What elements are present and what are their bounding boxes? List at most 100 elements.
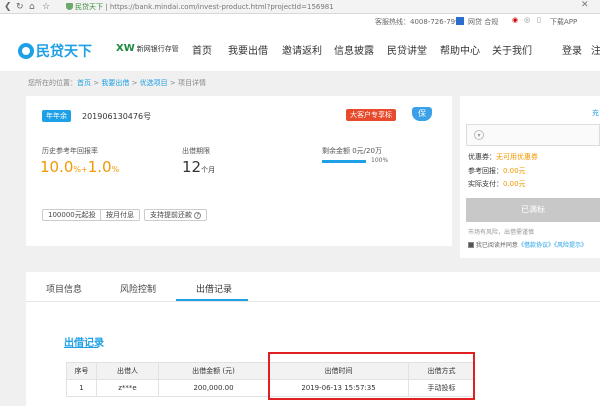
actual-pay-row: 实际支付：0.00元	[468, 179, 526, 189]
loan-agreement-link[interactable]: 《借款协议》	[518, 242, 554, 249]
register-link[interactable]: 注	[591, 42, 600, 57]
url-text: https://bank.mindai.com/invest-product.h…	[109, 3, 334, 11]
nav-invite[interactable]: 邀请返利	[282, 42, 322, 57]
site-header: 民贷天下 XW 新网银行存管 首页 我要出借 邀请返利 信息披露 民贷讲堂 帮助中…	[0, 28, 600, 72]
help-icon[interactable]: ?	[194, 212, 202, 219]
coupon-label: 优惠券：	[468, 153, 496, 161]
guarantee-shield-icon: 保	[412, 107, 432, 121]
rate-extra: 1.0	[87, 158, 112, 176]
detail-tabs: 项目信息 风险控制 出借记录	[26, 272, 600, 302]
amount-input[interactable]: ▾	[466, 124, 600, 146]
risk-notice-link[interactable]: 《风险提示》	[554, 242, 587, 249]
repayment-tag: 按月付息	[100, 209, 140, 221]
download-app-link[interactable]: 下载APP	[550, 17, 577, 27]
site-name: 民贷天下	[75, 3, 103, 11]
address-bar[interactable]: 民贷天下 | https://bank.mindai.com/invest-pr…	[66, 1, 386, 13]
active-tab-indicator	[176, 299, 248, 301]
nav-about[interactable]: 关于我们	[492, 42, 532, 57]
vip-badge: 大客户专享标	[346, 109, 396, 121]
nav-classroom[interactable]: 民贷讲堂	[387, 42, 427, 57]
agree-prefix: 我已阅读并同意	[475, 242, 518, 249]
term-value: 12个月	[182, 158, 215, 176]
compliance-link[interactable]: 网贷 合规	[468, 17, 498, 27]
nav-invest[interactable]: 我要出借	[228, 42, 268, 57]
hotline: 客服热线：4008-726-799	[375, 18, 460, 26]
recharge-link[interactable]: 充	[592, 108, 599, 118]
rate-plus: +	[81, 165, 88, 174]
term-number: 12	[182, 158, 202, 176]
filter-icon: ▾	[474, 130, 484, 140]
ref-return-row: 参考回报：0.00元	[468, 166, 526, 176]
breadcrumb-invest[interactable]: 我要出借	[101, 79, 129, 87]
cell-index: 1	[66, 379, 97, 397]
actual-pay-value: 0.00元	[503, 180, 526, 188]
ref-return-label: 参考回报：	[468, 167, 503, 175]
rate-label: 历史参考年回报率	[42, 147, 98, 155]
favorite-icon[interactable]: ☆	[42, 1, 50, 13]
rate-unit: %	[73, 165, 82, 174]
min-invest-tag: 100000元起投	[42, 209, 102, 221]
breadcrumb-prefix: 您所在的位置：	[28, 79, 77, 87]
progress-track	[322, 160, 366, 163]
wechat-icon[interactable]: ◎	[524, 16, 530, 24]
term-label: 出借期限	[182, 147, 210, 155]
full-status-button[interactable]: 已满标	[466, 198, 600, 222]
cell-lender: z***e	[96, 379, 159, 397]
cell-amount: 200,000.00	[158, 379, 269, 397]
rate-unit: %	[111, 165, 120, 174]
site-security-icon	[66, 3, 73, 10]
coupon-value[interactable]: 无可用优惠券	[496, 153, 538, 161]
ref-return-value: 0.00元	[503, 167, 526, 175]
product-code: 201906130476号	[82, 112, 152, 121]
breadcrumb-separator: >	[131, 79, 138, 87]
early-repay-text: 支持提前还款	[150, 211, 192, 219]
nav-help[interactable]: 帮助中心	[440, 42, 480, 57]
col-lender: 出借人	[96, 362, 159, 380]
product-card: 年年余 201906130476号 大客户专享标 保 历史参考年回报率 10.0…	[26, 96, 452, 246]
bank-badge-short: XW	[116, 43, 135, 54]
logo-text: 民贷天下	[36, 43, 92, 60]
back-icon[interactable]: ❮	[4, 1, 12, 13]
weibo-icon[interactable]: ◉	[512, 16, 518, 24]
qr-icon[interactable]	[456, 17, 464, 25]
tab-investment-records[interactable]: 出借记录	[196, 282, 232, 295]
remaining-amount: 剩余金额 0元/20万	[322, 147, 382, 155]
tab-risk-control[interactable]: 风险控制	[120, 282, 156, 295]
nav-disclosure[interactable]: 信息披露	[334, 42, 374, 57]
invest-panel: 充 ▾ 优惠券：无可用优惠券 参考回报：0.00元 实际支付：0.00元 已满标…	[460, 96, 600, 258]
product-type-tag: 年年余	[42, 110, 71, 122]
agreement-row: 我已阅读并同意《借款协议》《风险提示》	[468, 240, 587, 249]
agree-checkbox[interactable]	[468, 242, 474, 248]
breadcrumb: 您所在的位置：首页 > 我要出借 > 优选项目 > 项目详情	[28, 78, 206, 88]
breadcrumb-current: 项目详情	[178, 79, 207, 87]
close-tab-icon[interactable]: ✕	[581, 0, 589, 10]
breadcrumb-separator: >	[93, 79, 100, 87]
site-logo[interactable]: 民贷天下	[18, 40, 92, 60]
login-link[interactable]: 登录	[562, 42, 582, 57]
highlight-annotation-box	[268, 352, 475, 400]
risk-warning: 市场有风险，出借需谨慎	[468, 229, 535, 236]
breadcrumb-home[interactable]: 首页	[77, 79, 91, 87]
term-unit: 个月	[201, 166, 216, 174]
browser-toolbar: ❮ ↻ ⌂ ☆ 民贷天下 | https://bank.mindai.com/i…	[0, 0, 600, 14]
refresh-icon[interactable]: ↻	[16, 1, 24, 13]
breadcrumb-separator: >	[169, 79, 176, 87]
tab-project-info[interactable]: 项目信息	[46, 282, 82, 295]
phone-icon[interactable]: ▯	[537, 16, 541, 24]
records-title-underline	[64, 347, 98, 348]
early-repay-tag: 支持提前还款 ?	[144, 209, 208, 221]
breadcrumb-selected[interactable]: 优选项目	[140, 79, 168, 87]
home-icon[interactable]: ⌂	[29, 1, 35, 13]
top-info-bar: 客服热线：4008-726-799 网贷 合规 ◉ ◎ ▯ 下载APP	[0, 14, 600, 28]
progress-fill	[322, 160, 366, 163]
nav-home[interactable]: 首页	[192, 42, 212, 57]
col-index: 序号	[66, 362, 97, 380]
actual-pay-label: 实际支付：	[468, 180, 503, 188]
rate-value: 10.0%+1.0%	[40, 158, 119, 176]
logo-icon	[18, 42, 34, 59]
progress-percent: 100%	[371, 157, 389, 164]
coupon-row: 优惠券：无可用优惠券	[468, 152, 538, 162]
bank-custody-badge: XW 新网银行存管	[116, 43, 179, 54]
rate-base: 10.0	[40, 158, 74, 176]
bank-badge-text: 新网银行存管	[136, 45, 179, 53]
